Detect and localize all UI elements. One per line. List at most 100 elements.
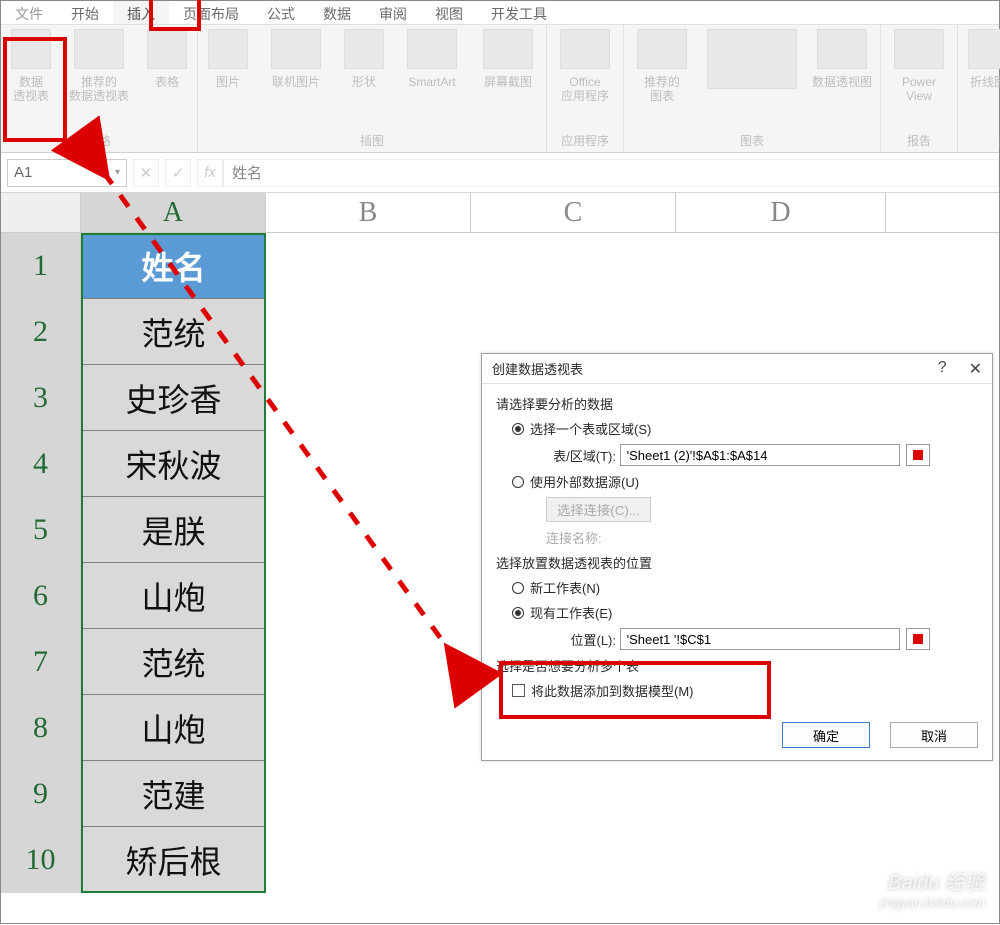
radio-new-sheet[interactable] xyxy=(512,582,524,594)
btn-pivotchart[interactable]: 数据透视图 xyxy=(806,29,878,132)
col-header-D[interactable]: D xyxy=(676,193,886,232)
tab-formulas[interactable]: 公式 xyxy=(253,1,309,24)
tab-review[interactable]: 审阅 xyxy=(365,1,421,24)
radio-existing-sheet[interactable] xyxy=(512,607,524,619)
row-header[interactable]: 4 xyxy=(1,431,81,497)
cell-A10[interactable]: 矫后根 xyxy=(81,827,266,893)
row-header[interactable]: 5 xyxy=(1,497,81,563)
cancel-button[interactable]: 取消 xyxy=(890,722,978,748)
cell-A6[interactable]: 山炮 xyxy=(81,563,266,629)
col-header-C[interactable]: C xyxy=(471,193,676,232)
label: 联机图片 xyxy=(272,75,320,89)
choose-connection-button: 选择连接(C)... xyxy=(546,497,651,522)
recommended-pivot-icon xyxy=(74,29,124,69)
section-label: 请选择要分析的数据 xyxy=(496,394,978,413)
chart-gallery-icon xyxy=(707,29,797,89)
btn-pivottable[interactable]: 数据 透视表 xyxy=(3,29,59,132)
btn-sparkline-line[interactable]: 折线图 xyxy=(960,29,1000,132)
label: 屏幕截图 xyxy=(484,75,532,89)
powerview-icon xyxy=(894,29,944,69)
group-name: 报告 xyxy=(907,132,931,149)
screenshot-icon xyxy=(483,29,533,69)
col-header-B[interactable]: B xyxy=(266,193,471,232)
row-header[interactable]: 3 xyxy=(1,365,81,431)
tab-data[interactable]: 数据 xyxy=(309,1,365,24)
cancel-icon[interactable]: ✕ xyxy=(133,159,159,187)
tab-layout[interactable]: 页面布局 xyxy=(169,1,253,24)
watermark-url: jingyan.baidu.com xyxy=(880,893,985,913)
ok-button[interactable]: 确定 xyxy=(782,722,870,748)
connection-name-label: 连接名称: xyxy=(546,528,602,547)
group-name: 图表 xyxy=(740,132,764,149)
label: 图片 xyxy=(216,75,240,89)
pivotchart-icon xyxy=(817,29,867,69)
cell-A5[interactable]: 是朕 xyxy=(81,497,266,563)
recchart-icon xyxy=(637,29,687,69)
btn-picture[interactable]: 图片 xyxy=(200,29,256,132)
label: 表格 xyxy=(155,75,179,89)
row-header[interactable]: 8 xyxy=(1,695,81,761)
label: 折线图 xyxy=(970,75,1000,89)
cell-A7[interactable]: 范统 xyxy=(81,629,266,695)
picture-icon xyxy=(208,29,248,69)
row-header[interactable]: 10 xyxy=(1,827,81,893)
label: Power View xyxy=(902,75,936,103)
label: 推荐的 数据透视表 xyxy=(69,75,129,103)
cell-A2[interactable]: 范统 xyxy=(81,299,266,365)
tab-home[interactable]: 开始 xyxy=(57,1,113,24)
label: SmartArt xyxy=(408,75,455,89)
radio-label: 使用外部数据源(U) xyxy=(530,472,639,491)
fx-icon[interactable]: fx xyxy=(197,159,223,187)
btn-recommended-chart[interactable]: 推荐的 图表 xyxy=(626,29,698,132)
cell-A1[interactable]: 姓名 xyxy=(81,233,266,299)
close-icon[interactable]: ✕ xyxy=(969,359,982,379)
radio-label: 现有工作表(E) xyxy=(530,603,612,622)
cell-A4[interactable]: 宋秋波 xyxy=(81,431,266,497)
cell-A8[interactable]: 山炮 xyxy=(81,695,266,761)
label: 推荐的 图表 xyxy=(644,75,680,103)
checkbox-label: 将此数据添加到数据模型(M) xyxy=(531,681,694,700)
tab-insert[interactable]: 插入 xyxy=(113,1,169,24)
help-icon[interactable]: ? xyxy=(938,359,947,379)
btn-office-apps[interactable]: Office 应用程序 xyxy=(549,29,621,132)
btn-recommended-pivot[interactable]: 推荐的 数据透视表 xyxy=(63,29,135,132)
chart-gallery[interactable] xyxy=(702,29,802,132)
label: 形状 xyxy=(352,75,376,89)
chevron-down-icon[interactable]: ▾ xyxy=(115,167,120,178)
btn-online-pic[interactable]: 联机图片 xyxy=(260,29,332,132)
cell-A9[interactable]: 范建 xyxy=(81,761,266,827)
btn-screenshot[interactable]: 屏幕截图 xyxy=(472,29,544,132)
select-all-corner[interactable] xyxy=(1,193,81,232)
tab-view[interactable]: 视图 xyxy=(421,1,477,24)
tab-dev[interactable]: 开发工具 xyxy=(477,1,561,24)
label: Office 应用程序 xyxy=(561,75,609,103)
btn-shapes[interactable]: 形状 xyxy=(336,29,392,132)
range-input[interactable] xyxy=(620,444,900,466)
name-box[interactable]: A1 ▾ xyxy=(7,159,127,187)
formula-input[interactable]: 姓名 xyxy=(223,159,999,187)
row-header[interactable]: 6 xyxy=(1,563,81,629)
row-header[interactable]: 9 xyxy=(1,761,81,827)
create-pivottable-dialog: 创建数据透视表 ? ✕ 请选择要分析的数据 选择一个表或区域(S) 表/区域(T… xyxy=(481,353,993,761)
radio-select-range[interactable] xyxy=(512,423,524,435)
range-picker-icon[interactable] xyxy=(906,628,930,650)
checkbox-datamodel[interactable] xyxy=(512,684,525,697)
pivottable-icon xyxy=(11,29,51,69)
ribbon: 数据 透视表 推荐的 数据透视表 表格 表格 图片 联机图片 形状 SmartA… xyxy=(1,25,999,153)
btn-smartart[interactable]: SmartArt xyxy=(396,29,468,132)
office-apps-icon xyxy=(560,29,610,69)
confirm-icon[interactable]: ✓ xyxy=(165,159,191,187)
radio-external[interactable] xyxy=(512,476,524,488)
online-pic-icon xyxy=(271,29,321,69)
row-header[interactable]: 2 xyxy=(1,299,81,365)
namebox-value: A1 xyxy=(14,164,32,181)
tab-file[interactable]: 文件 xyxy=(1,1,57,24)
col-header-A[interactable]: A xyxy=(81,193,266,232)
cell-A3[interactable]: 史珍香 xyxy=(81,365,266,431)
location-input[interactable] xyxy=(620,628,900,650)
btn-table[interactable]: 表格 xyxy=(139,29,195,132)
row-header[interactable]: 7 xyxy=(1,629,81,695)
btn-powerview[interactable]: Power View xyxy=(883,29,955,132)
range-picker-icon[interactable] xyxy=(906,444,930,466)
row-header[interactable]: 1 xyxy=(1,233,81,299)
